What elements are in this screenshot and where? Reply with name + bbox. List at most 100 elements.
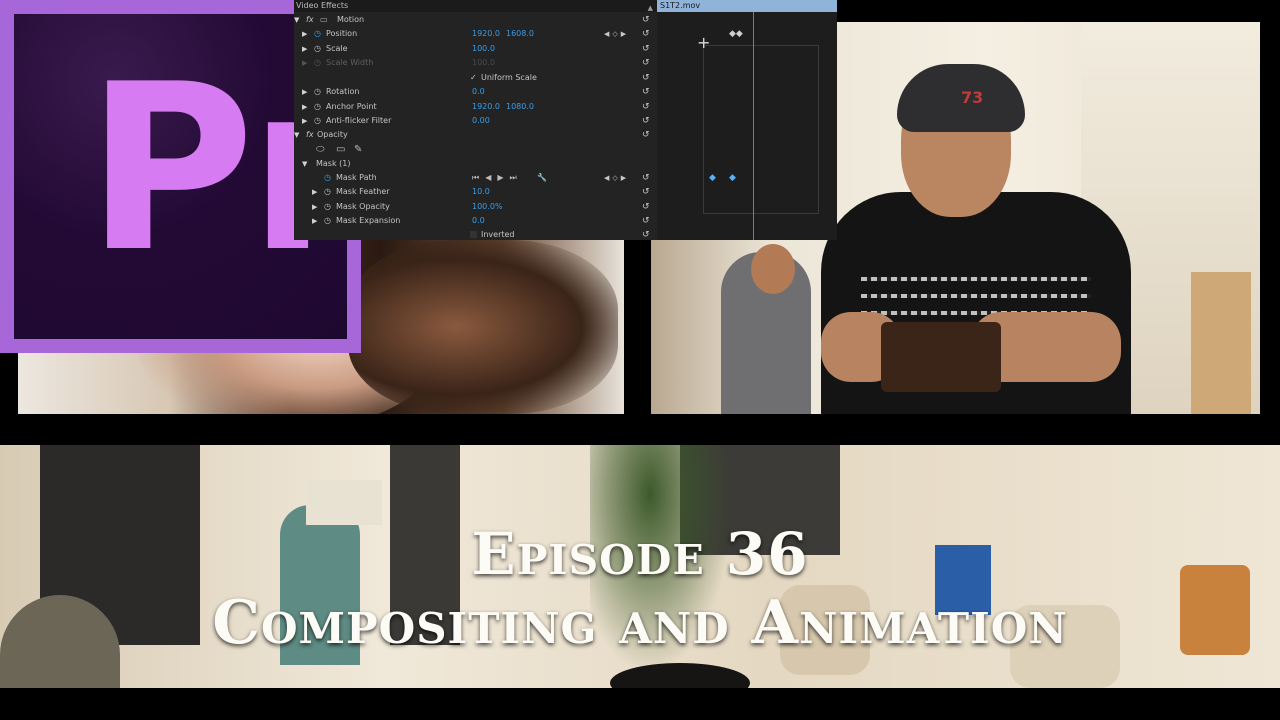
anchor-x-value[interactable]: 1920.0 [472,100,500,114]
reset-icon[interactable]: ↺ [642,13,650,27]
reset-icon[interactable]: ↺ [642,27,650,41]
twirl-right-icon[interactable]: ▶ [302,42,307,56]
stopwatch-icon[interactable]: ◷ [324,185,331,199]
twirl-right-icon: ▶ [302,59,308,67]
twirl-right-icon[interactable]: ▶ [302,100,307,114]
uniform-scale-label: Uniform Scale [481,73,537,82]
twirl-right-icon[interactable]: ▶ [312,185,317,199]
param-label: Position [326,29,358,38]
keyframe-icon[interactable]: ◆ [709,173,716,183]
reset-icon[interactable]: ↺ [642,185,650,199]
param-row-position: ▶ ◷ Position 1920.0 1608.0 ◀◇▶ ↺ [294,27,657,41]
keyframe-navigator[interactable]: ◀◇▶ [604,171,629,185]
ellipse-mask-icon[interactable]: ⬭ [316,143,325,157]
param-label: Mask Opacity [336,202,390,211]
rectangle-mask-icon[interactable]: ▭ [336,143,345,157]
mask-region [703,45,819,214]
twirl-right-icon[interactable]: ▶ [302,85,307,99]
param-row-scale-width: ▶ ◷ Scale Width 100.0 ↺ [294,56,657,70]
effect-row-motion[interactable]: ▼ fx ▭ Motion ↺ [294,13,657,27]
stopwatch-icon[interactable]: ◷ [324,214,331,228]
keyframe-navigator[interactable]: ◀◇▶ [604,27,629,41]
twirl-right-icon[interactable]: ▶ [302,114,307,128]
clip-name: S1T2.mov [660,1,701,10]
twirl-down-icon[interactable]: ▼ [294,128,299,142]
scale-value[interactable]: 100.0 [472,42,495,56]
cap-logo: 73 [961,88,984,107]
twirl-right-icon[interactable]: ▶ [312,214,317,228]
param-label: Mask Path [336,173,377,182]
inverted-checkbox[interactable] [470,231,477,238]
fx-badge[interactable]: fx [306,128,314,142]
wrench-icon[interactable]: 🔧 [537,171,547,185]
stopwatch-icon[interactable]: ◷ [324,200,331,214]
reset-icon[interactable]: ↺ [642,56,650,70]
reset-icon[interactable]: ↺ [642,85,650,99]
twirl-right-icon[interactable]: ▶ [312,200,317,214]
keyframe-icon[interactable]: ◆◆ [729,29,743,39]
position-y-value[interactable]: 1608.0 [506,27,534,41]
scale-width-value: 100.0 [472,58,495,67]
param-row-uniform-scale: ✓ Uniform Scale ↺ [294,71,657,85]
section-label: Video Effects [296,1,349,10]
position-x-value[interactable]: 1920.0 [472,27,500,41]
effect-label: Opacity [317,130,348,139]
reset-icon[interactable]: ↺ [642,228,650,242]
reset-icon[interactable]: ↺ [642,128,650,142]
anti-flicker-value[interactable]: 0.00 [472,114,490,128]
stopwatch-icon[interactable]: ◷ [314,114,321,128]
param-row-rotation: ▶ ◷ Rotation 0.0 ↺ [294,85,657,99]
twirl-down-icon[interactable]: ▼ [294,13,299,27]
pen-mask-icon[interactable]: ✎ [354,143,362,157]
transform-icon: ▭ [320,15,328,24]
episode-title: Episode 36 [471,520,809,588]
shirt-stripe [861,294,1091,298]
param-label: Mask Expansion [336,216,401,225]
mask-opacity-value[interactable]: 100.0 [472,200,495,214]
mask-opacity-unit: % [495,202,503,211]
keyframe-timeline[interactable]: S1T2.mov + ◆◆ ◆ ◆ [657,0,837,240]
clip-bar[interactable]: S1T2.mov [657,0,837,12]
reset-icon[interactable]: ↺ [642,100,650,114]
param-row-mask-feather: ▶ ◷ Mask Feather 10.0 ↺ [294,185,657,199]
stopwatch-icon[interactable]: ◷ [314,85,321,99]
uniform-scale-checkbox[interactable]: ✓ [470,71,477,85]
effect-row-opacity[interactable]: ▼ fx Opacity ↺ [294,128,657,142]
mask-row[interactable]: ▼ Mask (1) [294,157,657,171]
param-label: Mask Feather [336,187,390,196]
param-label: Anchor Point [326,102,377,111]
rotation-value[interactable]: 0.0 [472,85,485,99]
param-row-mask-expansion: ▶ ◷ Mask Expansion 0.0 ↺ [294,214,657,228]
keyframe-icon[interactable]: ◆ [729,173,736,183]
mask-expansion-value[interactable]: 0.0 [472,214,485,228]
playhead-line[interactable] [753,12,754,240]
param-row-mask-path: ◷ Mask Path ⏮◀▶⏭ 🔧 ◀◇▶ ↺ [294,171,657,185]
param-label: Scale Width [326,58,374,67]
reset-icon[interactable]: ↺ [642,171,650,185]
reset-icon[interactable]: ↺ [642,214,650,228]
reset-icon[interactable]: ↺ [642,200,650,214]
effect-controls-panel: Video Effects ▲ ▼ fx ▭ Motion ↺ ▶ ◷ Posi… [294,0,657,240]
mask-label: Mask (1) [316,159,351,168]
twirl-down-icon[interactable]: ▼ [302,157,307,171]
inverted-label: Inverted [481,230,515,239]
background-person-head [751,244,795,294]
param-row-mask-opacity: ▶ ◷ Mask Opacity 100.0 % ↺ [294,200,657,214]
mask-feather-value[interactable]: 10.0 [472,185,490,199]
reset-icon[interactable]: ↺ [642,42,650,56]
mask-tracking-controls[interactable]: ⏮◀▶⏭ [472,171,523,185]
reset-icon[interactable]: ↺ [642,114,650,128]
param-label: Anti-flicker Filter [326,116,392,125]
newspaper [306,480,382,525]
stopwatch-active-icon[interactable]: ◷ [324,171,331,185]
episode-subtitle: Compositing and Animation [212,588,1068,658]
twirl-right-icon[interactable]: ▶ [302,27,307,41]
reset-icon[interactable]: ↺ [642,71,650,85]
fx-badge[interactable]: fx [306,13,314,27]
effect-label: Motion [337,15,365,24]
stopwatch-icon[interactable]: ◷ [314,100,321,114]
stopwatch-active-icon[interactable]: ◷ [314,27,321,41]
effect-controls-header: Video Effects ▲ [294,0,657,12]
anchor-y-value[interactable]: 1080.0 [506,100,534,114]
stopwatch-icon[interactable]: ◷ [314,42,321,56]
